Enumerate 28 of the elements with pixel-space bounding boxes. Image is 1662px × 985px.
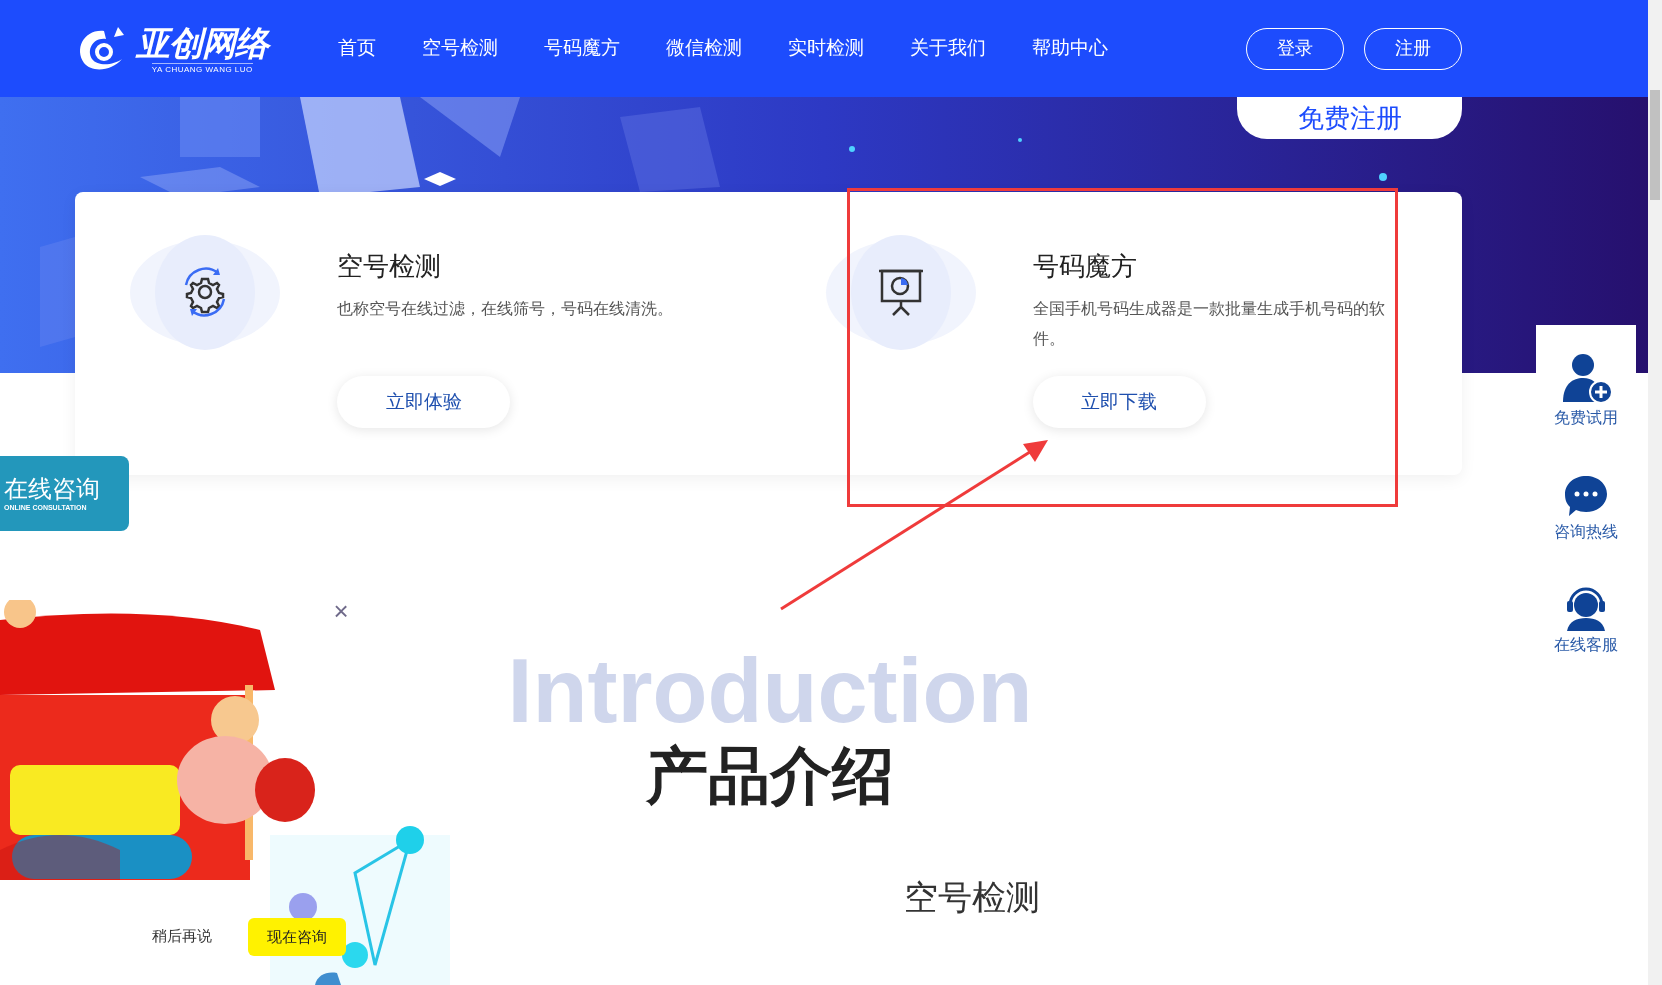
side-tool-link[interactable]: 在线客服 — [1554, 635, 1618, 655]
nav-link[interactable]: 微信检测 — [666, 34, 742, 63]
nav-link[interactable]: 实时检测 — [788, 34, 864, 63]
action-button[interactable]: 立即体验 — [337, 376, 510, 428]
product-title: 空号检测 — [337, 250, 441, 282]
nav-link[interactable]: 帮助中心 — [1032, 34, 1108, 63]
nav-link[interactable]: 空号检测 — [422, 34, 498, 63]
later-button[interactable]: 稍后再说 — [152, 926, 212, 946]
section-subtitle: 空号检测 — [904, 877, 1040, 917]
consult-title: 在线咨询 — [4, 474, 101, 503]
logo-text: 亚创网络 — [136, 22, 269, 63]
scrollbar-thumb[interactable] — [1650, 90, 1660, 200]
nav-link[interactable]: 号码魔方 — [544, 34, 620, 63]
side-tool-link[interactable]: 免费试用 — [1554, 408, 1618, 429]
register-button[interactable]: 免费注册 — [1237, 97, 1462, 139]
consult-now-button[interactable]: 现在咨询 — [248, 918, 346, 956]
nav-link[interactable]: 首页 — [338, 34, 376, 63]
nav-link[interactable]: 关于我们 — [910, 34, 986, 63]
product-description: 也称空号在线过滤，在线筛号，号码在线清洗。 — [337, 300, 673, 317]
product-description: 全国手机号码生成器是一款批量生成手机号码的软件。 — [1032, 300, 1385, 347]
logo-tagline: YA CHUANG WANG LUO — [151, 62, 253, 75]
action-button[interactable]: 立即下载 — [1032, 376, 1206, 428]
section-title: 产品介绍 — [646, 740, 894, 812]
scrollbar[interactable] — [1648, 0, 1662, 985]
product-title: 号码魔方 — [1032, 250, 1137, 282]
chat-bubble-icon — [1563, 473, 1609, 518]
side-tool-link[interactable]: 咨询热线 — [1554, 521, 1618, 542]
close-button[interactable]: × — [330, 597, 352, 625]
